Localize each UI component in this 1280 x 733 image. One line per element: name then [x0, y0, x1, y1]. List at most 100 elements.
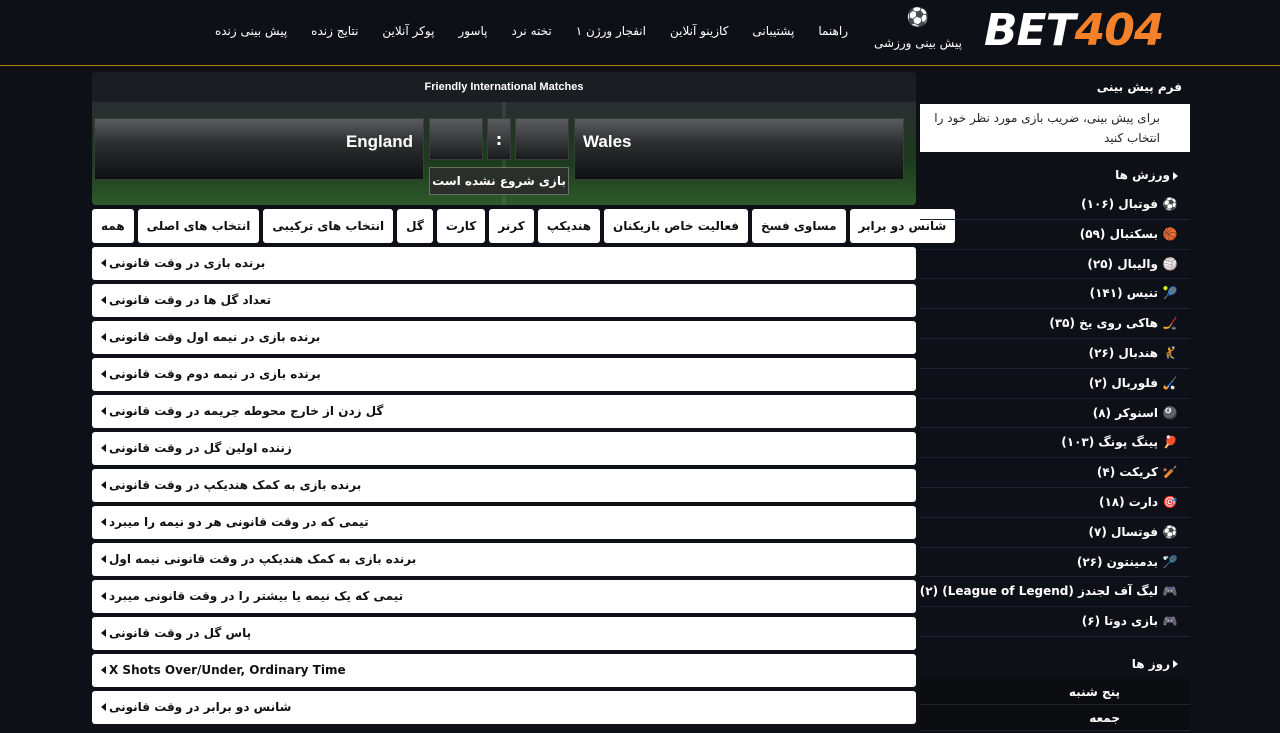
sport-item[interactable]: 🎯 دارت (۱۸): [920, 488, 1190, 518]
day-item[interactable]: پنج شنبه: [920, 678, 1190, 705]
sport-icon: 🎮: [1162, 584, 1178, 599]
sport-item[interactable]: 🏓 پینگ پونگ (۱۰۳): [920, 428, 1190, 459]
sport-item[interactable]: 🎮 لیگ آف لجندز (League of Legend) (۲): [920, 577, 1190, 608]
market-row[interactable]: X Shots Over/Under, Ordinary Time: [92, 654, 916, 687]
sport-label: هاکی روی یخ (۳۵): [1049, 316, 1158, 331]
nav-item[interactable]: کازینو آنلاین: [658, 22, 740, 42]
nav-item[interactable]: نتایج زنده: [299, 22, 370, 42]
sport-icon: 🏐: [1162, 256, 1178, 271]
market-row[interactable]: تیمی که یک نیمه یا بیشتر را در وقت قانون…: [92, 580, 916, 613]
sport-label: پینگ پونگ (۱۰۳): [1061, 435, 1158, 450]
sport-icon: ⚽: [1162, 197, 1178, 211]
market-label: شانس دو برابر در وقت قانونی: [109, 700, 292, 714]
market-tab[interactable]: همه: [92, 209, 134, 243]
market-row[interactable]: پاس گل در وقت قانونی: [92, 617, 916, 650]
nav-item[interactable]: راهنما: [806, 22, 860, 42]
nav-item[interactable]: پشتیبانی: [740, 22, 806, 42]
market-tab[interactable]: انتخاب های ترکیبی: [263, 209, 394, 243]
market-row[interactable]: گل زدن از خارج محوطه جریمه در وقت قانونی: [92, 395, 916, 428]
away-team-name: Wales: [574, 118, 904, 180]
caret-left-icon: [101, 370, 106, 378]
market-label: X Shots Over/Under, Ordinary Time: [109, 663, 346, 677]
market-label: تیمی که در وقت قانونی هر دو نیمه را میبر…: [109, 515, 369, 529]
sport-item[interactable]: 🤾 هندبال (۲۶): [920, 339, 1190, 369]
market-row[interactable]: تعداد گل ها در وقت قانونی: [92, 284, 916, 317]
caret-left-icon: [101, 296, 106, 304]
market-label: پاس گل در وقت قانونی: [109, 626, 252, 640]
market-row[interactable]: زننده اولین گل در وقت قانونی: [92, 432, 916, 465]
market-label: برنده بازی به کمک هندیکپ در وقت قانونی: [109, 478, 362, 492]
sport-icon: 🎱: [1162, 405, 1178, 420]
logo-text-404: 404: [1074, 5, 1165, 56]
bet-slip-title: فرم پیش بینی: [1096, 80, 1182, 94]
sport-item[interactable]: ⚽ فوتبال (۱۰۶): [920, 190, 1190, 220]
market-tab[interactable]: مساوی فسخ: [752, 209, 846, 243]
sport-label: دارت (۱۸): [1098, 494, 1158, 509]
sports-list: ⚽ فوتبال (۱۰۶) 🏀 بسکتبال (۵۹) 🏐 والیبال (۲۵) 🎾…: [920, 190, 1190, 637]
sport-icon: 🎯: [1162, 494, 1178, 509]
market-tab[interactable]: کارت: [436, 209, 486, 243]
nav-item[interactable]: پوکر آنلاین: [370, 22, 446, 42]
market-tab[interactable]: کرنر: [489, 209, 534, 243]
market-label: برنده بازی در نیمه دوم وقت قانونی: [109, 367, 321, 381]
home-team-name: England: [94, 118, 424, 180]
nav-sports-betting[interactable]: ⚽ پیش بینی ورزشی: [868, 8, 968, 56]
caret-left-icon: [101, 444, 106, 452]
market-row[interactable]: برنده بازی به کمک هندیکپ در وقت قانونی ن…: [92, 543, 916, 576]
sport-item[interactable]: ⚽فوتسال (۷): [920, 518, 1190, 548]
sport-icon: 🏑: [1162, 375, 1178, 390]
caret-left-icon: [101, 333, 106, 341]
away-score-box: [515, 118, 569, 160]
soccer-ball-icon: ⚽: [906, 7, 930, 28]
match-status-badge: بازی شروع نشده است: [429, 167, 569, 195]
sport-label: والیبال (۲۵): [1087, 256, 1158, 271]
nav-item[interactable]: انفجار ورژن ۱: [564, 22, 658, 42]
sport-icon: 🏏: [1162, 465, 1178, 480]
caret-left-icon: [101, 629, 106, 637]
sport-item[interactable]: 🎱 اسنوکر (۸): [920, 399, 1190, 429]
nav-item[interactable]: پیش بینی زنده: [203, 22, 299, 42]
sport-label: بازی دوتا (۶): [1081, 614, 1158, 629]
caret-left-icon: [101, 481, 106, 489]
caret-right-icon: [1173, 660, 1178, 669]
sport-item[interactable]: 🏑 فلوربال (۲): [920, 369, 1190, 399]
market-tabs: همه انتخاب های اصلی انتخاب های ترکیبی گل کار…: [92, 209, 956, 243]
market-tab[interactable]: فعالیت خاص بازیکنان: [604, 209, 748, 243]
sport-item[interactable]: 🏀 بسکتبال (۵۹): [920, 220, 1190, 250]
market-row[interactable]: تیمی که در وقت قانونی هر دو نیمه را میبر…: [92, 506, 916, 539]
sports-section-label: ورزش ها: [1115, 168, 1170, 182]
market-tab[interactable]: انتخاب های اصلی: [137, 209, 260, 243]
market-row[interactable]: برنده بازی در نیمه اول وقت قانونی: [92, 321, 916, 354]
market-label: برنده بازی به کمک هندیکپ در وقت قانونی ن…: [109, 552, 417, 566]
sport-label: تنیس (۱۴۱): [1089, 286, 1158, 301]
market-row[interactable]: برنده بازی به کمک هندیکپ در وقت قانونی: [92, 469, 916, 502]
sport-item[interactable]: 🎾 تنیس (۱۴۱): [920, 279, 1190, 310]
day-item[interactable]: جمعه: [920, 704, 1190, 731]
sport-item[interactable]: 🏐 والیبال (۲۵): [920, 250, 1190, 280]
logo-text-bet: BET: [984, 5, 1076, 56]
sports-section-header[interactable]: ورزش ها: [920, 160, 1190, 190]
home-score-box: [429, 118, 483, 160]
market-row[interactable]: برنده بازی در نیمه دوم وقت قانونی: [92, 358, 916, 391]
sport-icon: 🏸: [1162, 554, 1178, 569]
market-row[interactable]: برنده بازی در وقت قانونی: [92, 247, 916, 280]
market-label: برنده بازی در وقت قانونی: [109, 256, 266, 270]
sport-label: کریکت (۴): [1096, 465, 1158, 480]
market-row[interactable]: شانس دو برابر در وقت قانونی: [92, 691, 916, 724]
nav-item[interactable]: پاسور: [446, 22, 499, 42]
sport-item[interactable]: 🎮 بازی دوتا (۶): [920, 607, 1190, 637]
sport-item[interactable]: 🏏 کریکت (۴): [920, 458, 1190, 488]
days-section-label: روز ها: [1131, 656, 1170, 671]
sport-item[interactable]: 🏸 بدمینتون (۲۶): [920, 548, 1190, 578]
sport-item[interactable]: 🏒 هاکی روی یخ (۳۵): [920, 309, 1190, 339]
sport-label: بسکتبال (۵۹): [1079, 226, 1158, 241]
bet404-logo[interactable]: BET404: [984, 6, 1184, 56]
nav-item[interactable]: تخته نرد: [499, 22, 563, 42]
sport-label: اسنوکر (۸): [1092, 405, 1158, 420]
market-tab[interactable]: هندیکپ: [537, 209, 601, 243]
market-label: گل زدن از خارج محوطه جریمه در وقت قانونی: [109, 404, 384, 418]
nav-sports-label: پیش بینی ورزشی: [874, 36, 962, 50]
market-tab[interactable]: گل: [397, 209, 433, 243]
days-section-header[interactable]: روز ها: [920, 649, 1190, 679]
sport-label: فلوربال (۲): [1088, 375, 1158, 390]
